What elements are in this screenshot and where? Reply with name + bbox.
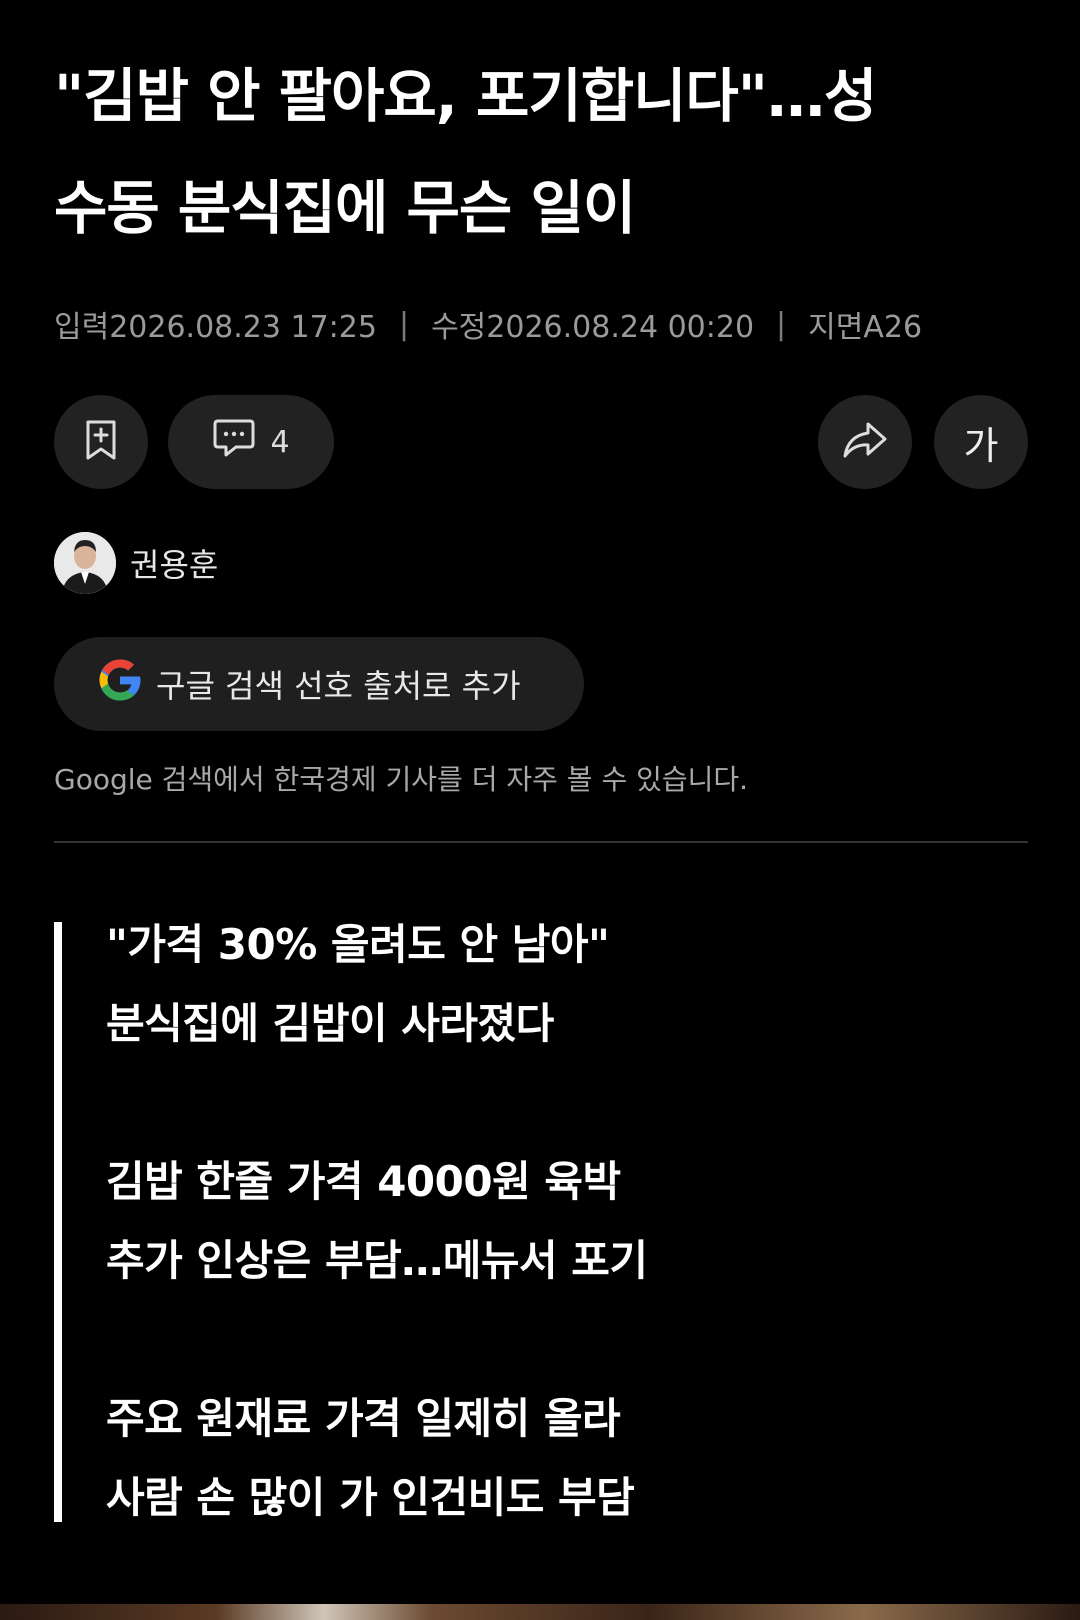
summary-line: 사람 손 많이 가 인건비도 부담 [106,1473,635,1522]
bookmark-add-icon [82,419,120,465]
summary-line: 주요 원재료 가격 일제히 올라 [106,1394,621,1443]
input-date: 입력2026.08.23 17:25 [54,310,377,345]
summary-accent-bar [54,922,62,1522]
modified-date: 수정2026.08.24 00:20 [431,310,755,345]
article-summary: "가격 30% 올려도 안 남아" 분식집에 김밥이 사라졌다 김밥 한줄 가격… [106,905,1006,1537]
summary-line: 분식집에 김밥이 사라졌다 [106,999,554,1048]
article-title-line-1: "김밥 안 팔아요, 포기합니다"…성 [54,62,877,130]
summary-line: "가격 30% 올려도 안 남아" [106,920,610,969]
article-photo [0,1604,1080,1620]
google-button-label: 구글 검색 선호 출처로 추가 [156,667,521,705]
google-logo-icon [96,656,144,712]
summary-line: 김밥 한줄 가격 4000원 육박 [106,1157,621,1206]
author-name: 권용훈 [130,546,219,584]
share-icon [842,421,888,463]
author[interactable]: 권용훈 [54,532,218,594]
avatar [54,532,116,594]
summary-line: 추가 인상은 부담…메뉴서 포기 [106,1236,648,1285]
comment-button[interactable]: 4 [168,395,334,489]
article-meta: 입력2026.08.23 17:25 | 수정2026.08.24 00:20 … [54,302,922,346]
comment-count: 4 [270,424,290,460]
bookmark-button[interactable] [54,395,148,489]
divider [54,841,1028,843]
font-size-label: 가 [963,423,999,468]
meta-separator: | [776,306,787,342]
share-button[interactable] [818,395,912,489]
comment-icon [212,418,256,466]
article-title-line-2: 수동 분식집에 무슨 일이 [54,174,636,242]
font-size-button[interactable]: 가 [934,395,1028,489]
page-number: 지면A26 [808,310,923,345]
google-preferred-source-button[interactable]: 구글 검색 선호 출처로 추가 [54,637,584,731]
meta-separator: | [398,306,410,342]
article-title: "김밥 안 팔아요, 포기합니다"…성 수동 분식집에 무슨 일이 [54,40,1034,264]
google-note: Google 검색에서 한국경제 기사를 더 자주 볼 수 있습니다. [54,763,749,796]
